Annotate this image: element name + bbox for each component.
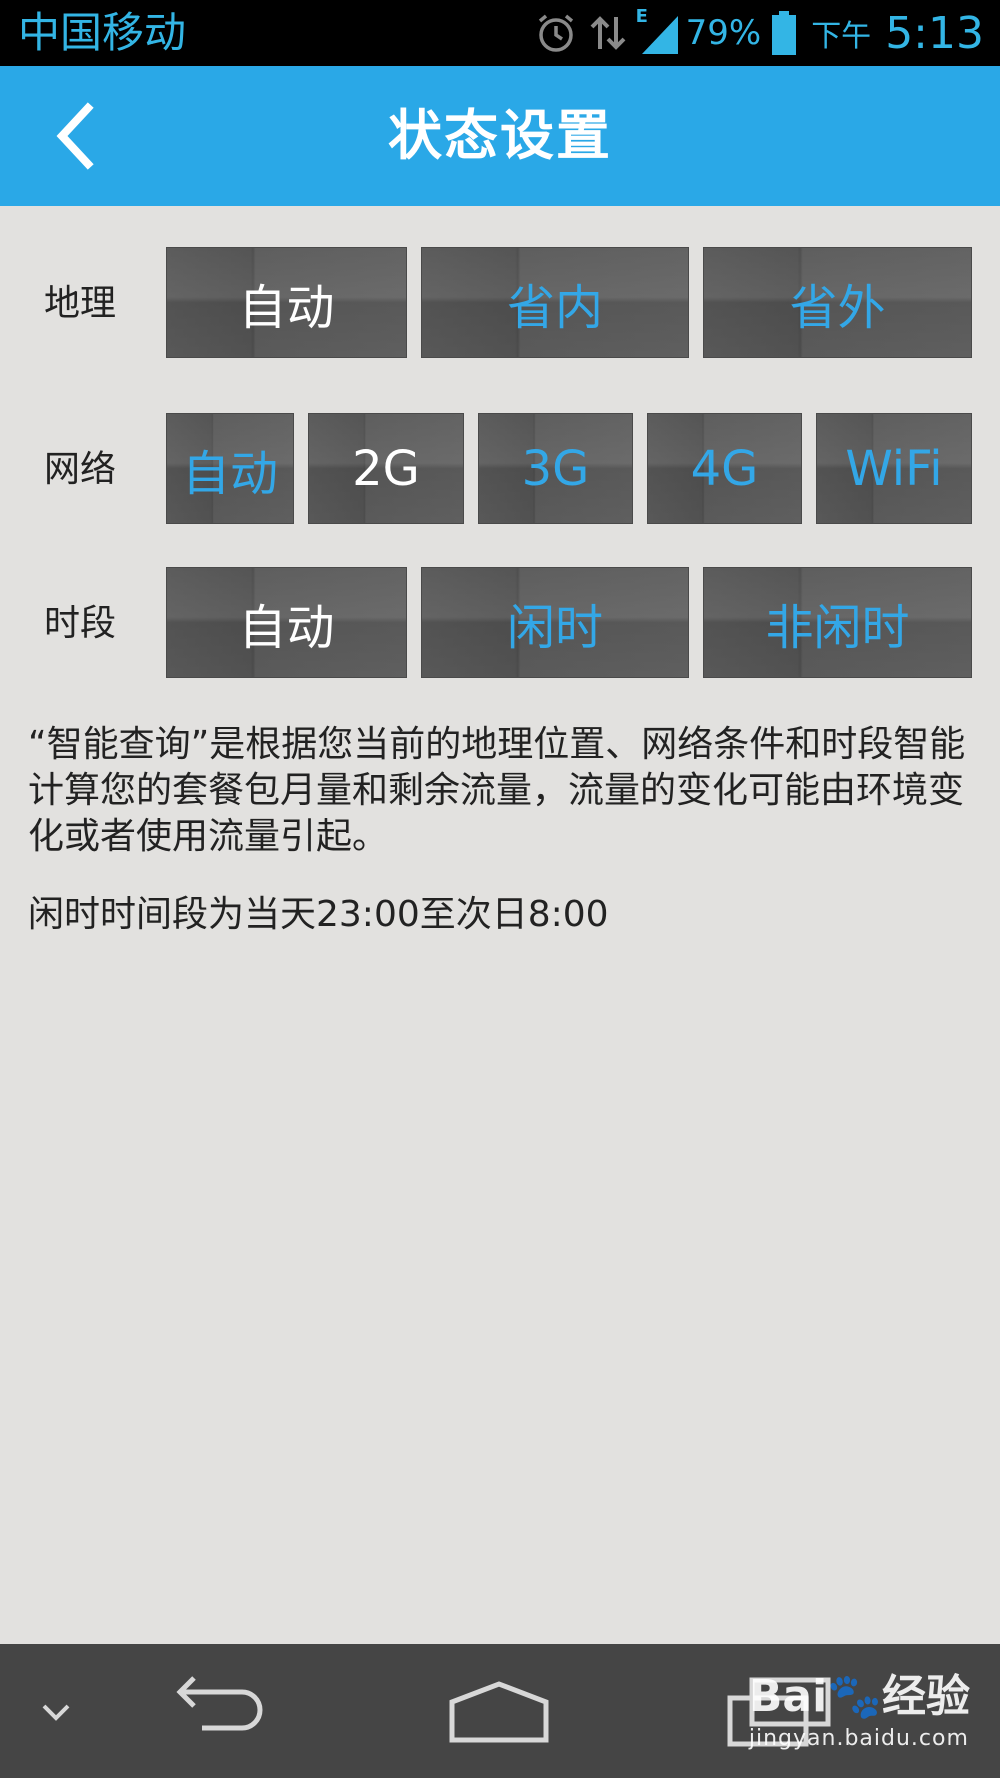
home-icon (449, 1681, 549, 1743)
idle-period-note: 闲时时间段为当天23:00至次日8:00 (28, 894, 609, 935)
signal-icon: E (635, 6, 682, 58)
clock: 5:13 (885, 7, 984, 59)
chevron-down-icon (42, 1704, 70, 1721)
network-option-4g[interactable]: 4G (647, 413, 802, 524)
network-option-auto[interactable]: 自动 (166, 413, 294, 524)
period-label: 时段 (44, 603, 117, 644)
hide-keyboard-button[interactable] (36, 1694, 76, 1730)
data-arrows-icon (588, 11, 628, 55)
network-option-3g[interactable]: 3G (478, 413, 633, 524)
watermark-url: jingyan.baidu.com (748, 1726, 969, 1751)
watermark-logo: Bai🐾经验 (748, 1671, 970, 1722)
geo-option-auto[interactable]: 自动 (166, 247, 407, 358)
geo-label: 地理 (44, 283, 117, 324)
baidu-jingyan-watermark: Bai🐾经验 jingyan.baidu.com (749, 1660, 970, 1751)
time-ampm: 下午 (811, 19, 872, 54)
status-icons: E 79% 下午 5:13 (524, 0, 984, 66)
network-type-badge: E (635, 6, 648, 27)
geo-option-in-province[interactable]: 省内 (421, 247, 689, 358)
back-arrow-icon (176, 1676, 263, 1731)
battery-percent: 79% (685, 13, 762, 53)
geo-option-out-province[interactable]: 省外 (703, 247, 972, 358)
period-option-non-idle[interactable]: 非闲时 (703, 567, 972, 678)
period-option-idle[interactable]: 闲时 (421, 567, 689, 678)
status-bar: 中国移动 E 79% 下午 5:13 (0, 0, 1000, 66)
alarm-icon (534, 11, 578, 55)
network-label: 网络 (44, 449, 117, 490)
nav-back-button[interactable] (170, 1670, 270, 1750)
back-button[interactable] (48, 98, 128, 174)
period-option-auto[interactable]: 自动 (166, 567, 407, 678)
network-option-wifi[interactable]: WiFi (816, 413, 972, 524)
nav-home-button[interactable] (446, 1678, 552, 1748)
description-text: “智能查询”是根据您当前的地理位置、网络条件和时段智能计算您的套餐包月量和剩余流… (28, 724, 966, 857)
chevron-left-icon (56, 102, 94, 170)
carrier-name: 中国移动 (18, 8, 187, 57)
app-header: 状态设置 (0, 66, 1000, 206)
page-title: 状态设置 (388, 104, 612, 167)
network-option-2g[interactable]: 2G (308, 413, 464, 524)
battery-icon (771, 10, 797, 56)
